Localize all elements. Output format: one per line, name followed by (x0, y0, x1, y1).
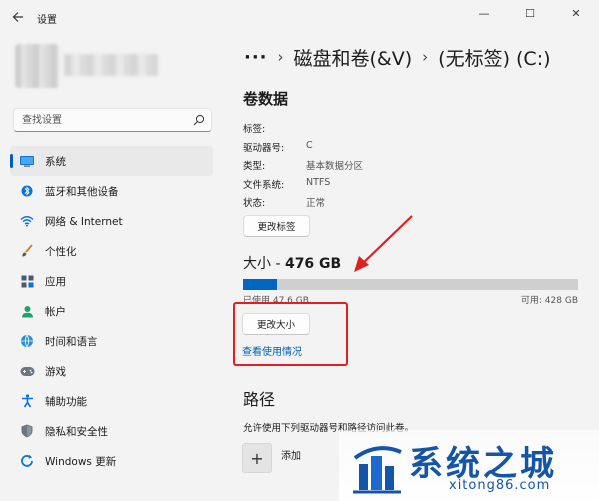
breadcrumb-item-current-volume: (无标签) (C:) (438, 47, 551, 70)
path-section-title: 路径 (243, 390, 276, 409)
sidebar-item-label: 蓝牙和其他设备 (45, 185, 119, 198)
usage-bar-fill (243, 279, 277, 290)
size-heading: 大小 - 476 GB (243, 253, 341, 273)
avatar[interactable] (15, 44, 59, 88)
sidebar-item-network[interactable]: 网络 & Internet (10, 206, 213, 236)
sidebar-item-label: 帐户 (45, 305, 66, 318)
property-key: 驱动器号: (243, 142, 285, 154)
wifi-icon (19, 213, 35, 229)
sidebar-item-time-language[interactable]: 时间和语言 (10, 326, 213, 356)
sidebar-item-label: 时间和语言 (45, 335, 98, 348)
system-icon (19, 153, 35, 169)
property-row-file-system: 文件系统: NTFS (243, 177, 443, 196)
close-button[interactable]: ✕ (553, 0, 599, 26)
property-row-type: 类型: 基本数据分区 (243, 158, 443, 177)
property-row-drive-letter: 驱动器号: C (243, 140, 443, 159)
usage-bar (243, 279, 578, 290)
sidebar-item-windows-update[interactable]: Windows 更新 (10, 446, 213, 476)
back-button[interactable] (8, 7, 28, 27)
chevron-right-icon: › (422, 48, 429, 66)
property-value: 基本数据分区 (306, 161, 364, 172)
sidebar-item-privacy[interactable]: 隐私和安全性 (10, 416, 213, 446)
search-input[interactable] (22, 113, 192, 128)
sidebar-item-label: 网络 & Internet (45, 215, 123, 228)
property-row-status: 状态: 正常 (243, 195, 443, 214)
sidebar-item-label: 游戏 (45, 365, 66, 378)
sidebar-item-label: 个性化 (45, 245, 77, 258)
search-icon[interactable] (193, 114, 205, 126)
gamepad-icon (19, 363, 35, 379)
sidebar-item-system[interactable]: 系统 (10, 146, 213, 176)
breadcrumb-more-button[interactable]: ··· (244, 47, 268, 68)
minimize-button[interactable]: — (461, 0, 507, 26)
volume-section-title: 卷数据 (243, 90, 289, 108)
breadcrumb-item-disks-volumes[interactable]: 磁盘和卷(&V) (294, 44, 413, 71)
brush-icon (19, 243, 35, 259)
watermark-url: xitong86.com (449, 478, 551, 493)
profile-name-blurred (64, 54, 158, 76)
breadcrumb: ··· › 磁盘和卷(&V) › (无标签) (C:) (244, 43, 551, 71)
apps-icon (19, 273, 35, 289)
sidebar-item-apps[interactable]: 应用 (10, 266, 213, 296)
property-key: 状态: (243, 198, 266, 209)
add-path-button[interactable]: + (242, 443, 272, 473)
globe-icon (19, 333, 35, 349)
sidebar-item-label: 系统 (45, 155, 66, 168)
sidebar-item-bluetooth[interactable]: 蓝牙和其他设备 (10, 176, 213, 206)
watermark-logo-icon (353, 446, 402, 494)
property-value: C (306, 139, 313, 151)
sidebar-item-accessibility[interactable]: 辅助功能 (10, 386, 213, 416)
watermark: 系统之城 xitong86.com (339, 430, 599, 501)
property-value: NTFS (306, 176, 331, 188)
app-title: 设置 (37, 15, 57, 26)
sidebar-item-label: Windows 更新 (45, 455, 117, 468)
accessibility-icon (19, 393, 35, 409)
sidebar-item-label: 辅助功能 (45, 395, 87, 408)
sidebar-item-label: 应用 (45, 275, 66, 288)
maximize-button[interactable]: ☐ (507, 0, 553, 26)
annotation-highlight-box (233, 302, 348, 366)
property-row-label: 标签: (243, 121, 443, 140)
search-box[interactable] (13, 108, 212, 132)
sidebar-nav: 系统 蓝牙和其他设备 网络 & Internet 个性化 应用 帐户 时间和语言… (10, 146, 213, 476)
back-arrow-icon (12, 12, 23, 22)
sidebar-item-personalization[interactable]: 个性化 (10, 236, 213, 266)
property-key: 标签: (243, 124, 266, 135)
size-value: 476 GB (284, 256, 342, 272)
annotation-arrow-icon (354, 215, 413, 272)
sidebar-item-label: 隐私和安全性 (45, 425, 108, 438)
account-icon (19, 303, 35, 319)
bluetooth-icon (19, 183, 35, 199)
shield-icon (19, 423, 35, 439)
property-value: 正常 (306, 198, 326, 209)
sidebar-item-gaming[interactable]: 游戏 (10, 356, 213, 386)
title-bar: 设置 — ☐ ✕ (0, 0, 599, 34)
property-key: 类型: (243, 161, 266, 172)
size-prefix: 大小 - (243, 256, 285, 272)
update-icon (19, 453, 35, 469)
volume-properties: 标签: 驱动器号: C 类型: 基本数据分区 文件系统: NTFS 状态: 正常 (243, 121, 443, 214)
property-key: 文件系统: (243, 179, 285, 191)
sidebar-item-accounts[interactable]: 帐户 (10, 296, 213, 326)
change-label-button[interactable]: 更改标签 (243, 215, 310, 237)
free-space-label: 可用: 428 GB (520, 296, 578, 306)
add-path-label: 添加 (281, 451, 301, 462)
chevron-right-icon: › (277, 48, 284, 66)
